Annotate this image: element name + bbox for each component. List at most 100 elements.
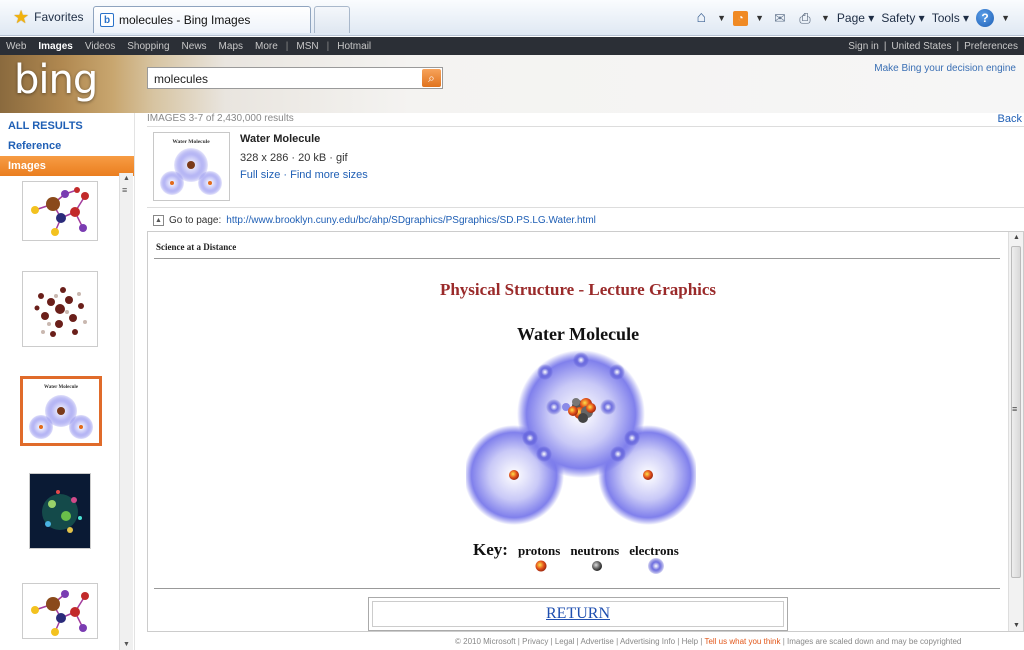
collapse-icon[interactable]: ▲ <box>153 214 164 226</box>
scroll-down-icon[interactable]: ▼ <box>123 641 130 648</box>
detail-links: Full size · Find more sizes <box>240 169 368 181</box>
key-protons: protons <box>518 543 560 572</box>
copyright-note: | Images are scaled down and may be copy… <box>780 637 962 646</box>
print-dropdown-icon[interactable]: ▼ <box>821 13 830 23</box>
legend-key: Key: protons neutrons electrons <box>473 540 679 574</box>
bing-favicon-icon: b <box>100 13 114 27</box>
browser-toolbar: ★ Favorites b molecules - Bing Images ⌂ … <box>0 0 1024 36</box>
feedback-link[interactable]: Tell us what you think <box>704 637 780 646</box>
tagline-link[interactable]: Make Bing your decision engine <box>874 63 1016 74</box>
frame-scroll-down-icon[interactable]: ▼ <box>1013 622 1020 629</box>
tab-title: molecules - Bing Images <box>119 13 251 27</box>
search-icon: ⌕ <box>428 70 435 85</box>
help-dropdown-icon[interactable]: ▼ <box>1001 13 1010 23</box>
nav-msn[interactable]: MSN <box>290 41 324 52</box>
tools-menu[interactable]: Tools ▾ <box>932 11 969 25</box>
nav-web[interactable]: Web <box>0 41 32 52</box>
key-electrons: electrons <box>629 543 679 574</box>
home-dropdown-icon[interactable]: ▼ <box>717 13 726 23</box>
footer-links[interactable]: © 2010 Microsoft | Privacy | Legal | Adv… <box>455 637 704 646</box>
electron-icon <box>648 558 665 574</box>
divider <box>154 258 1000 259</box>
neutron-icon <box>592 561 603 571</box>
goto-url-link[interactable]: http://www.brooklyn.cuny.edu/bc/ahp/SDgr… <box>226 215 596 226</box>
key-label: Key: <box>473 540 508 559</box>
nav-videos[interactable]: Videos <box>79 41 121 52</box>
page-menu[interactable]: Page ▾ <box>837 11 874 25</box>
detail-thumbnail-caption: Water Molecule <box>172 139 210 145</box>
divider <box>154 588 1000 589</box>
image-detail-panel: Water Molecule Water Molecule 328 x 286 … <box>147 126 1024 208</box>
thumbnail-space-molecules[interactable] <box>29 473 91 549</box>
goto-page-bar: ▲ Go to page: http://www.brooklyn.cuny.e… <box>147 210 1024 230</box>
rss-feed-icon[interactable]: ◔ <box>733 10 749 26</box>
nav-reference[interactable]: Reference <box>0 136 134 156</box>
thumbnail-molecule-model-2[interactable] <box>22 583 98 639</box>
detail-meta: 328 x 286 · 20 kB · gif <box>240 152 348 164</box>
region-link[interactable]: United States <box>891 41 951 52</box>
mail-icon[interactable]: ✉ <box>771 9 789 27</box>
frame-scroll-up-icon[interactable]: ▲ <box>1013 234 1020 241</box>
source-page-frame: Science at a Distance Physical Structure… <box>147 231 1024 632</box>
safety-menu[interactable]: Safety ▾ <box>881 11 924 25</box>
nav-more[interactable]: More <box>249 41 284 52</box>
page-heading: Physical Structure - Lecture Graphics <box>439 280 717 299</box>
home-icon[interactable]: ⌂ <box>692 9 710 27</box>
search-input[interactable] <box>154 71 414 86</box>
hydrogen-left-proton <box>509 470 519 480</box>
browser-tab-active[interactable]: b molecules - Bing Images <box>93 6 311 33</box>
thumbnail-strip: Water Molecule <box>0 173 135 650</box>
account-links: Sign in | United States | Preferences <box>848 41 1018 52</box>
separator: | <box>883 41 887 52</box>
molecule-title: Water Molecule <box>516 324 640 344</box>
command-bar: ⌂ ▼ ◔ ▼ ✉ ⎙ ▼ Page ▾ Safety ▾ Tools ▾ ? … <box>692 7 1010 29</box>
results-count: IMAGES 3-7 of 2,430,000 results <box>147 113 294 124</box>
site-title: Science at a Distance <box>156 242 237 252</box>
sign-in-link[interactable]: Sign in <box>848 41 879 52</box>
nav-shopping[interactable]: Shopping <box>121 41 175 52</box>
detail-thumbnail[interactable]: Water Molecule <box>153 132 230 201</box>
star-icon: ★ <box>13 7 30 27</box>
left-nav: ALL RESULTS Reference Images Water Molec… <box>0 113 135 650</box>
find-more-sizes-link[interactable]: Find more sizes <box>290 169 368 181</box>
nav-maps[interactable]: Maps <box>213 41 249 52</box>
frame-scrollbar[interactable]: ▲ ≡ ▼ <box>1008 232 1023 631</box>
search-button[interactable]: ⌕ <box>422 69 441 87</box>
thumbnail-molecule-model[interactable] <box>22 181 98 241</box>
separator: | <box>956 41 960 52</box>
nav-hotmail[interactable]: Hotmail <box>331 41 377 52</box>
return-link[interactable]: RETURN <box>546 605 610 623</box>
favorites-label: Favorites <box>34 10 84 24</box>
proton-icon <box>535 560 547 572</box>
thumbnail-scrollbar[interactable]: ▲ ≡ ▼ <box>119 173 133 650</box>
nav-separator: | <box>285 41 289 52</box>
return-box: RETURN <box>368 597 788 631</box>
thumbnail-caption: Water Molecule <box>44 385 79 390</box>
water-molecule-diagram <box>466 350 696 525</box>
full-size-link[interactable]: Full size <box>240 169 280 181</box>
bing-logo[interactable]: bing <box>14 60 98 100</box>
back-link[interactable]: Back <box>998 113 1022 125</box>
hydrogen-right-proton <box>643 470 653 480</box>
thumbnail-dark-molecule[interactable] <box>22 271 98 347</box>
nav-news[interactable]: News <box>176 41 213 52</box>
print-icon[interactable]: ⎙ <box>796 9 814 27</box>
scroll-grip-icon[interactable]: ≡ <box>122 185 127 195</box>
preferences-link[interactable]: Preferences <box>964 41 1018 52</box>
key-neutrons: neutrons <box>570 543 619 571</box>
nav-images[interactable]: Images <box>32 41 78 52</box>
nav-separator: | <box>326 41 330 52</box>
return-inner: RETURN <box>372 601 784 627</box>
footer: © 2010 Microsoft | Privacy | Legal | Adv… <box>455 637 961 646</box>
new-tab-button[interactable] <box>314 6 350 33</box>
link-separator: · <box>283 169 288 181</box>
detail-title: Water Molecule <box>240 133 321 145</box>
nav-all-results[interactable]: ALL RESULTS <box>0 116 134 136</box>
favorites-button[interactable]: ★ Favorites <box>8 5 93 29</box>
goto-label: Go to page: <box>169 214 222 226</box>
scroll-up-icon[interactable]: ▲ <box>123 175 130 182</box>
search-box: ⌕ <box>147 67 443 89</box>
feeds-dropdown-icon[interactable]: ▼ <box>755 13 764 23</box>
help-icon[interactable]: ? <box>976 9 995 27</box>
thumbnail-water-molecule-selected[interactable]: Water Molecule <box>20 376 102 446</box>
